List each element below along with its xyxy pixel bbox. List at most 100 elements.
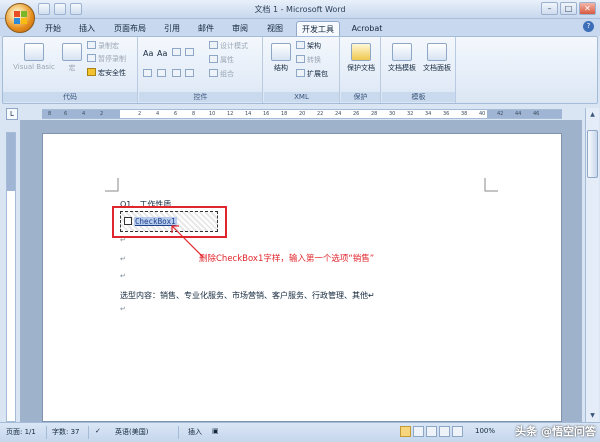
tab-insert[interactable]: 插入: [74, 21, 100, 36]
group-label-templates: 模板: [382, 92, 455, 102]
ruler-tick: 36: [443, 111, 450, 117]
ruler-tick: 28: [371, 111, 378, 117]
visual-basic-label: Visual Basic: [13, 63, 55, 71]
ribbon-tabs: 开始 插入 页面布局 引用 邮件 审阅 视图 开发工具 Acrobat: [0, 19, 600, 36]
tab-acrobat[interactable]: Acrobat: [347, 21, 387, 36]
close-button[interactable]: ✕: [579, 2, 596, 15]
expansion-packs-icon: [296, 69, 305, 77]
language[interactable]: 英语(美国): [115, 427, 148, 437]
picture-control-icon[interactable]: [172, 48, 183, 59]
calendar-icon: [157, 69, 166, 77]
scroll-up-icon[interactable]: ▲: [587, 109, 598, 120]
tab-selector[interactable]: L: [6, 108, 18, 120]
tab-view[interactable]: 视图: [262, 21, 288, 36]
scroll-down-icon[interactable]: ▼: [587, 410, 598, 421]
record-macro-button[interactable]: 录制宏: [87, 41, 119, 52]
tools-icon: [185, 69, 194, 77]
dropdown-control-icon[interactable]: [143, 69, 154, 80]
group-templates: 文档模板 文档面板 模板: [382, 37, 456, 103]
crop-mark-top-right: [484, 178, 498, 192]
visual-basic-icon: [24, 43, 44, 61]
schema-icon: [296, 41, 305, 49]
schema-label: 架构: [307, 42, 321, 50]
draft-view-button[interactable]: [452, 426, 463, 437]
macro-button[interactable]: 宏: [61, 43, 83, 73]
properties-button[interactable]: 属性: [209, 55, 234, 66]
maximize-button[interactable]: □: [560, 2, 577, 15]
status-separator: [88, 426, 89, 439]
document-panel-icon: [427, 43, 447, 61]
group-icon: [209, 69, 218, 77]
legacy-tools-icon[interactable]: [185, 69, 196, 80]
group-label-code: 代码: [3, 92, 137, 102]
outline-view-button[interactable]: [439, 426, 450, 437]
ruler-tick: 8: [48, 111, 52, 117]
ruler-tick: 26: [353, 111, 360, 117]
paragraph-mark: ↵: [120, 255, 126, 263]
document-panel-label: 文档面板: [423, 64, 451, 72]
scroll-thumb[interactable]: [587, 130, 598, 178]
tab-home[interactable]: 开始: [40, 21, 66, 36]
ruler-tick: 22: [317, 111, 324, 117]
ruler-tick: 24: [335, 111, 342, 117]
options-line[interactable]: 选型内容：销售、专业化服务、市场营销、客户服务、行政管理、其他↵: [120, 290, 375, 301]
group-label-xml: XML: [264, 92, 339, 102]
visual-basic-button[interactable]: Visual Basic: [7, 43, 61, 71]
dropdown-icon: [143, 69, 152, 77]
tab-review[interactable]: 审阅: [227, 21, 253, 36]
zoom-level[interactable]: 100%: [475, 427, 495, 435]
annotation-text: 删除CheckBox1字样，输入第一个选项“销售”: [199, 254, 375, 264]
document-panel-button[interactable]: 文档面板: [419, 43, 455, 73]
design-mode-label: 设计模式: [220, 42, 248, 50]
ruler-tick: 2: [138, 111, 142, 117]
ruler-tick: 42: [497, 111, 504, 117]
transform-button[interactable]: 转换: [296, 55, 321, 66]
schema-button[interactable]: 架构: [296, 41, 321, 52]
transform-icon: [296, 55, 305, 63]
design-mode-button[interactable]: 设计模式: [209, 41, 248, 52]
tab-mailings[interactable]: 邮件: [193, 21, 219, 36]
tab-references[interactable]: 引用: [159, 21, 185, 36]
help-icon[interactable]: ?: [583, 21, 594, 32]
vertical-ruler[interactable]: [6, 132, 16, 422]
office-button[interactable]: [5, 3, 35, 33]
print-layout-view-button[interactable]: [400, 426, 411, 437]
full-screen-reading-view-button[interactable]: [413, 426, 424, 437]
word-count[interactable]: 字数: 37: [52, 427, 80, 437]
paragraph-mark: ↵: [120, 272, 126, 280]
expansion-packs-button[interactable]: 扩展包: [296, 69, 328, 80]
document-template-button[interactable]: 文档模板: [384, 43, 420, 73]
pause-recording-button[interactable]: 暂停录制: [87, 54, 126, 65]
structure-button[interactable]: 结构: [268, 43, 294, 73]
building-block-control-icon[interactable]: [172, 69, 183, 80]
combo-box-control-icon[interactable]: [185, 48, 196, 59]
rich-text-control[interactable]: Aa: [143, 48, 153, 59]
group-button[interactable]: 组合: [209, 69, 234, 80]
status-separator: [178, 426, 179, 439]
macro-record-icon[interactable]: ▣: [212, 427, 219, 435]
macro-security-button[interactable]: 宏安全性: [87, 68, 126, 79]
ruler-tick: 40: [479, 111, 486, 117]
minimize-button[interactable]: –: [541, 2, 558, 15]
ruler-tick: 4: [156, 111, 160, 117]
protect-document-button[interactable]: 保护文档: [342, 43, 380, 73]
tab-developer[interactable]: 开发工具: [296, 21, 340, 36]
crop-mark-top-left: [105, 178, 119, 192]
macro-label: 宏: [68, 64, 76, 72]
picture-icon: [172, 48, 181, 56]
lock-icon: [351, 43, 371, 61]
plain-text-control[interactable]: Aa: [157, 48, 167, 59]
ruler-tick: 20: [299, 111, 306, 117]
horizontal-ruler[interactable]: 8 6 4 2 2 4 6 8 10 12 14 16 18 20 22 24 …: [42, 109, 562, 119]
tab-page-layout[interactable]: 页面布局: [110, 21, 150, 36]
proofing-icon[interactable]: ✓: [95, 427, 101, 435]
insert-mode[interactable]: 插入: [188, 427, 202, 437]
group-label-text: 组合: [220, 70, 234, 78]
page-count[interactable]: 页面: 1/1: [6, 427, 36, 437]
date-picker-control-icon[interactable]: [157, 69, 168, 80]
transform-label: 转换: [307, 56, 321, 64]
vertical-scrollbar[interactable]: ▲ ▼: [585, 108, 599, 422]
watermark: 头条 @悟空问答: [515, 425, 596, 438]
record-icon: [87, 41, 96, 49]
web-layout-view-button[interactable]: [426, 426, 437, 437]
